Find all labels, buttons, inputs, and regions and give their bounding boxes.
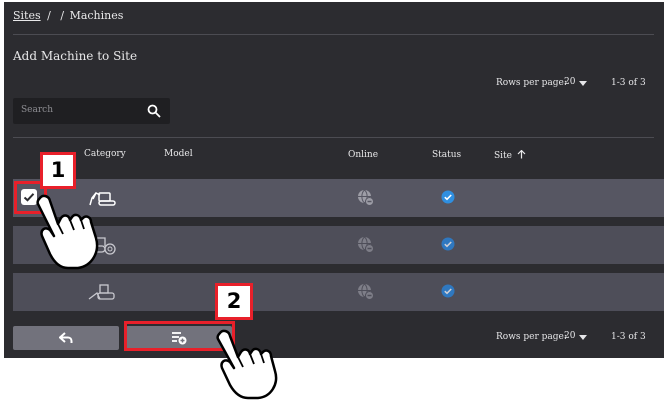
column-header-model[interactable]: Model — [164, 149, 193, 159]
column-header-online[interactable]: Online — [348, 150, 378, 160]
rows-per-page-label: Rows per page: — [496, 78, 567, 88]
caret-down-icon — [579, 335, 587, 340]
check-circle-icon — [441, 237, 455, 251]
rows-per-page-label: Rows per page: — [496, 332, 567, 342]
breadcrumb-current: Machines — [69, 9, 124, 22]
column-header-site[interactable]: Site — [494, 149, 526, 161]
sort-ascending-icon — [517, 149, 526, 159]
breadcrumb-sites-link[interactable]: Sites — [13, 9, 41, 22]
back-arrow-icon — [59, 332, 73, 343]
offline-globe-icon — [358, 189, 374, 206]
rows-per-page-value: 20 — [564, 77, 576, 87]
breadcrumb-separator: / — [47, 9, 51, 22]
machines-panel: Sites / / Machines Add Machine to Site R… — [4, 2, 664, 358]
column-header-site-label: Site — [494, 151, 512, 161]
search-icon[interactable] — [147, 104, 161, 118]
divider — [13, 137, 654, 138]
check-circle-icon — [441, 190, 455, 204]
table-row[interactable] — [13, 226, 664, 264]
page-title: Add Machine to Site — [13, 49, 138, 63]
divider — [13, 34, 654, 35]
breadcrumb: Sites / / Machines — [13, 9, 123, 22]
rows-per-page-select[interactable]: 20 — [564, 331, 594, 345]
table-row[interactable] — [13, 273, 664, 311]
callout-number-1: 1 — [40, 152, 76, 189]
search-placeholder: Search — [21, 105, 53, 115]
callout-number-2: 2 — [215, 283, 253, 320]
rows-per-page-select[interactable]: 20 — [564, 77, 594, 91]
offline-globe-icon — [358, 236, 374, 253]
rows-per-page-value: 20 — [564, 331, 576, 341]
pointing-hand-icon — [36, 194, 99, 270]
breadcrumb-separator: / — [60, 9, 65, 22]
pagination-range: 1-3 of 3 — [611, 332, 646, 342]
search-field[interactable]: Search — [13, 98, 170, 124]
offline-globe-icon — [358, 283, 374, 300]
column-header-category[interactable]: Category — [84, 149, 126, 159]
caret-down-icon — [579, 81, 587, 86]
table-row[interactable] — [13, 179, 664, 217]
pointing-hand-icon — [216, 329, 278, 400]
back-button[interactable] — [13, 326, 119, 350]
paver-icon — [88, 284, 115, 300]
pagination-range: 1-3 of 3 — [611, 78, 646, 88]
column-header-status[interactable]: Status — [432, 150, 461, 160]
check-circle-icon — [441, 284, 455, 298]
